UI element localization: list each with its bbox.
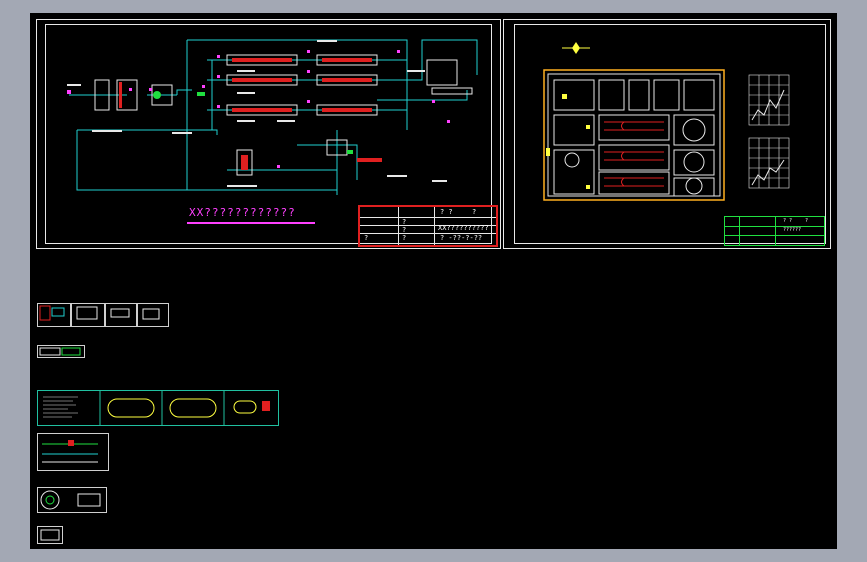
process-title-block[interactable]: ? ? ? XX?????????? ? ? ? ? ? -??-?-?? (358, 205, 498, 247)
thumbnail-group-1[interactable] (37, 303, 169, 327)
tb-project-title: XX?????????? (438, 224, 489, 232)
thumbnail-group-2[interactable] (37, 390, 279, 426)
thumbnail-content (39, 305, 160, 321)
cad-viewport[interactable]: XX???????????? ? ? ? XX?????????? ? ? ? … (30, 13, 837, 549)
tb-row-label: ? (364, 234, 369, 242)
thumbnail-sheet-circle[interactable] (37, 487, 107, 513)
north-arrow-icon (562, 42, 590, 54)
site-layout-plan (543, 42, 790, 201)
tb-row-label: ? (402, 218, 407, 226)
drawing-title: XX???????????? (189, 206, 296, 219)
thumbnail-sheet-medium[interactable] (37, 433, 109, 471)
gtb-vline-1 (739, 217, 740, 245)
process-flow-sheet[interactable]: XX???????????? ? ? ? XX?????????? ? ? ? … (36, 19, 501, 249)
gtb-cell: ?????? (783, 227, 802, 233)
tb-bottom-cell: ? -??-?-?? (440, 234, 483, 242)
tb-vline-1 (398, 207, 399, 245)
tb-row-label: ? (402, 226, 407, 234)
tb-header-cell-2: ? (472, 208, 477, 216)
tb-header-cell: ? ? (440, 208, 453, 216)
tb-vline-2 (434, 207, 435, 245)
tb-row-label: ? (402, 234, 407, 242)
gtb-cell: ? (805, 218, 809, 224)
gtb-cell: ? ? (783, 218, 793, 224)
thumbnail-content (39, 347, 81, 356)
site-layout-sheet[interactable]: ? ? ? ?????? (503, 19, 831, 249)
tb-hline-1 (360, 217, 496, 218)
thumbnail-sheet-last[interactable] (37, 526, 63, 544)
thumbnail-content (43, 391, 270, 425)
drawing-title-underline (187, 222, 315, 224)
thumbnail-content (40, 490, 101, 510)
layout-title-block[interactable]: ? ? ? ?????? (724, 216, 825, 246)
thumbnail-sheet-small[interactable] (37, 345, 85, 358)
thumbnail-content (42, 440, 98, 463)
thumbnail-content (40, 529, 60, 541)
gtb-vline-2 (775, 217, 776, 245)
